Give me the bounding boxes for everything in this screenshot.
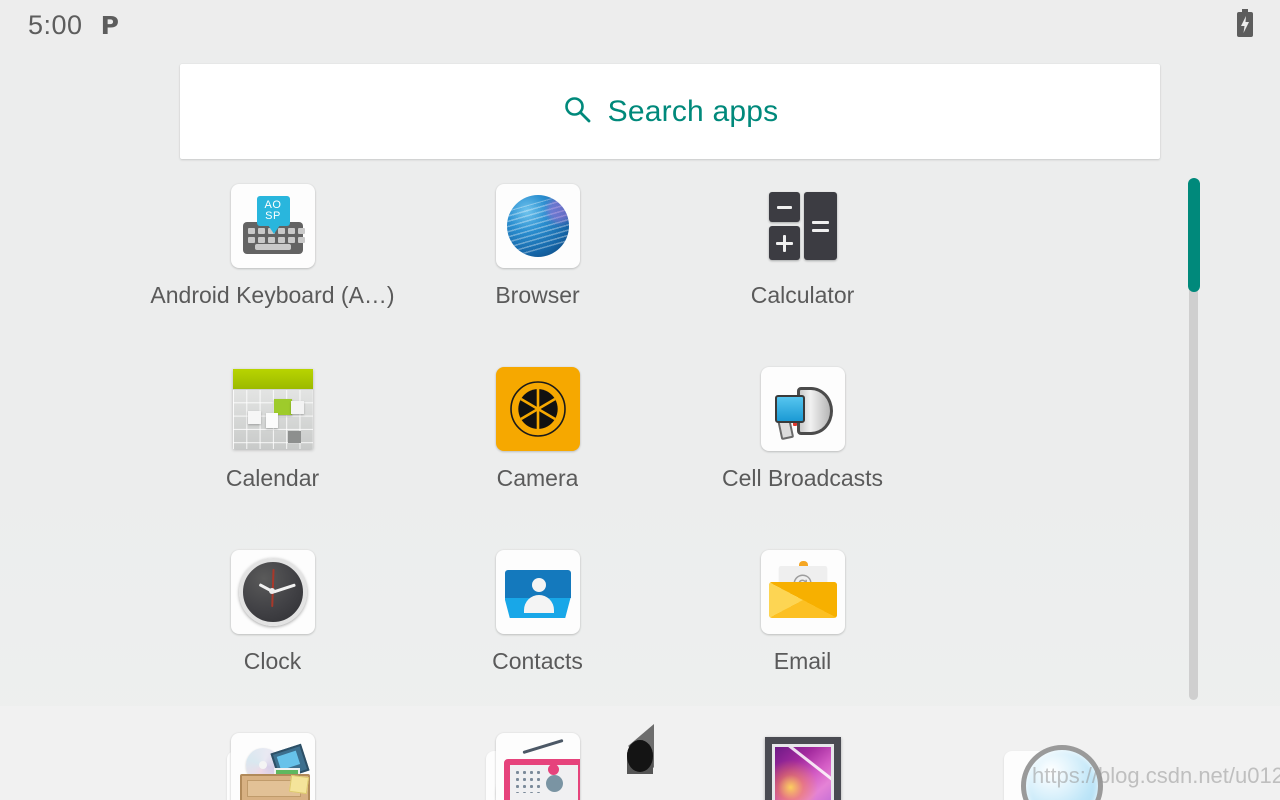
camera-shutter-icon [495, 367, 580, 451]
app-grid: AO SP Android Keyboard (A…) Browser Calc… [140, 180, 1175, 800]
icon-wrap [757, 180, 849, 272]
status-bar-right [1236, 8, 1254, 42]
icon-wrap [227, 363, 319, 455]
icon-wrap [492, 546, 584, 638]
status-clock: 5:00 [28, 9, 83, 40]
icon-wrap [757, 363, 849, 455]
search-apps-bar[interactable]: Search apps [180, 64, 1160, 159]
gallery-frame-icon [761, 733, 845, 800]
icon-wrap [492, 363, 584, 455]
icon-wrap: AO SP [227, 180, 319, 272]
app-label: Calculator [750, 282, 855, 308]
app-item-calculator[interactable]: Calculator [670, 180, 935, 363]
contacts-icon [495, 550, 580, 634]
icon-wrap [227, 546, 319, 638]
app-drawer-screen: 5:00 P Search apps AO SP Android Keyboar… [0, 0, 1280, 800]
app-item-android-keyboard[interactable]: AO SP Android Keyboard (A…) [140, 180, 405, 363]
icon-wrap [492, 729, 584, 800]
calculator-icon [761, 184, 845, 268]
megaphone-icon [760, 367, 845, 451]
icon-wrap [492, 180, 584, 272]
mouse-pointer-icon [626, 722, 656, 785]
search-icon [562, 94, 592, 129]
app-list-scrollbar-thumb[interactable] [1188, 178, 1200, 292]
app-item-contacts[interactable]: Contacts [405, 546, 670, 729]
icon-wrap: @ [757, 546, 849, 638]
pandora-p-icon: P [100, 10, 119, 40]
app-item-file-manager[interactable]: File Manager [140, 729, 405, 800]
app-label: Contacts [492, 648, 583, 674]
app-item-calendar[interactable]: Calendar [140, 363, 405, 546]
app-label: Email [773, 648, 832, 674]
watermark-text: https://blog.csdn.net/u012932409 [1032, 763, 1280, 788]
app-label: Android Keyboard (A…) [150, 282, 395, 308]
file-manager-box-icon [230, 733, 315, 800]
status-bar-left: 5:00 P [28, 10, 119, 41]
app-item-email[interactable]: @ Email [670, 546, 935, 729]
search-input[interactable]: Search apps [608, 95, 779, 129]
status-bar: 5:00 P [0, 0, 1280, 50]
calendar-icon [231, 367, 315, 451]
app-item-camera[interactable]: Camera [405, 363, 670, 546]
app-label: Calendar [225, 465, 320, 491]
email-envelope-icon: @ [760, 550, 845, 634]
app-item-cell-broadcasts[interactable]: Cell Broadcasts [670, 363, 935, 546]
browser-globe-icon [495, 184, 580, 268]
battery-charging-icon [1236, 8, 1254, 42]
icon-wrap [227, 729, 319, 800]
app-label: Browser [495, 282, 580, 308]
clock-icon [230, 550, 315, 634]
app-item-gallery[interactable]: Gallery [670, 729, 935, 800]
android-keyboard-icon: AO SP [230, 184, 315, 268]
fm-radio-icon [495, 733, 580, 800]
icon-wrap [757, 729, 849, 800]
app-label: Clock [243, 648, 302, 674]
app-item-clock[interactable]: Clock [140, 546, 405, 729]
app-item-browser[interactable]: Browser [405, 180, 670, 363]
app-label: Camera [496, 465, 579, 491]
app-label: Cell Broadcasts [721, 465, 884, 491]
